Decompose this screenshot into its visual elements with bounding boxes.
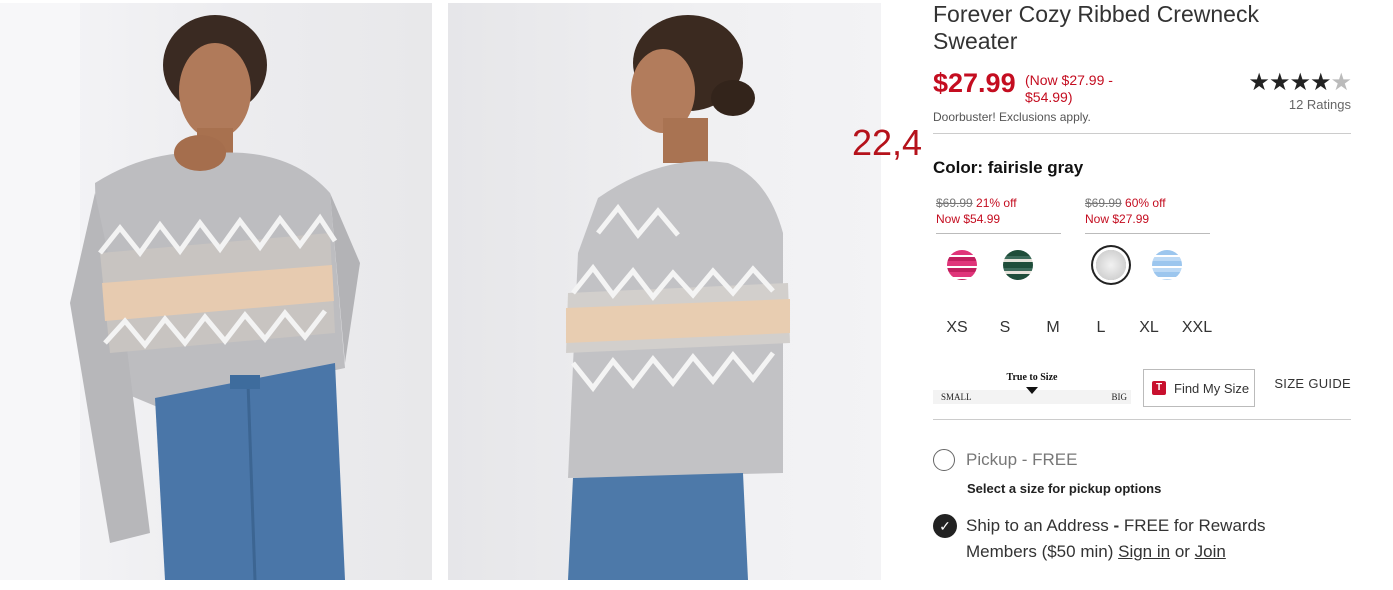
model-back-illustration: [566, 15, 790, 580]
fit-label: True to Size: [1006, 372, 1058, 383]
swatch-blue-stripe[interactable]: [1152, 250, 1182, 280]
ship-option[interactable]: Ship to an Address - FREE for Rewards Me…: [966, 513, 1326, 565]
price-group-2: $69.99 60% off Now $27.99: [1085, 195, 1210, 234]
swatch-fairisle-gray[interactable]: [1096, 250, 1126, 280]
color-label: Color: fairisle gray: [933, 158, 1084, 177]
pickup-hint: Select a size for pickup options: [967, 481, 1162, 496]
star-icon: ★: [1289, 69, 1310, 96]
product-image-front[interactable]: [0, 3, 432, 580]
star-half-icon: ★: [1330, 69, 1351, 96]
ratings-count[interactable]: 12 Ratings: [1289, 97, 1351, 112]
price-range: (Now $27.99 - $54.99): [1025, 72, 1113, 105]
star-icon: ★: [1309, 69, 1331, 96]
overlay-number: 22,4: [852, 122, 923, 163]
product-title: Forever Cozy Ribbed Crewneck Sweater: [933, 1, 1259, 54]
swatch-green-stripe[interactable]: [1003, 250, 1033, 280]
divider: [933, 133, 1351, 134]
size-selector: XS S M L XL XXL: [933, 319, 1221, 337]
group-underline: [1085, 233, 1210, 234]
ship-dash: -: [1108, 516, 1124, 535]
product-image-back[interactable]: [448, 3, 881, 580]
pickup-radio[interactable]: [933, 449, 955, 471]
discount-label: 21% off: [976, 196, 1017, 210]
ship-checkmark-icon[interactable]: ✓: [933, 514, 957, 538]
star-icon: ★: [1248, 69, 1269, 96]
model-front-illustration: [0, 3, 360, 580]
sign-in-link[interactable]: Sign in: [1118, 542, 1170, 561]
find-my-size-label: Find My Size: [1174, 380, 1250, 396]
size-guide-link[interactable]: SIZE GUIDE: [1274, 376, 1351, 391]
price-group-1: $69.99 21% off Now $54.99: [936, 195, 1061, 234]
true-fit-logo-icon: T: [1152, 381, 1166, 395]
size-xxl[interactable]: XXL: [1173, 319, 1221, 337]
original-price: $69.99: [936, 196, 973, 210]
size-xl[interactable]: XL: [1125, 319, 1173, 337]
sale-price: $27.99: [933, 68, 1016, 98]
discount-label: 60% off: [1125, 196, 1166, 210]
original-price: $69.99: [1085, 196, 1122, 210]
rating-stars[interactable]: ★★★★★: [1248, 68, 1352, 97]
swatch-pink-stripe[interactable]: [947, 250, 977, 280]
size-s[interactable]: S: [981, 319, 1029, 337]
group-underline: [936, 233, 1061, 234]
doorbuster-note: Doorbuster! Exclusions apply.: [933, 110, 1091, 124]
size-xs[interactable]: XS: [933, 319, 981, 337]
size-l[interactable]: L: [1077, 319, 1125, 337]
fit-small-label: SMALL: [941, 392, 972, 402]
find-my-size-button[interactable]: T Find My Size: [1143, 369, 1255, 407]
divider: [933, 419, 1351, 420]
join-link[interactable]: Join: [1195, 542, 1226, 561]
fit-meter: True to Size SMALL BIG: [933, 372, 1131, 406]
pickup-label[interactable]: Pickup - FREE: [966, 450, 1077, 470]
or-text: or: [1170, 542, 1195, 561]
now-price: Now $27.99: [1085, 212, 1150, 226]
fit-big-label: BIG: [1111, 392, 1128, 402]
star-icon: ★: [1268, 69, 1290, 96]
now-price: Now $54.99: [936, 212, 1001, 226]
size-m[interactable]: M: [1029, 319, 1077, 337]
fit-marker-icon: [1026, 387, 1038, 394]
ship-label: Ship to an Address: [966, 516, 1109, 535]
